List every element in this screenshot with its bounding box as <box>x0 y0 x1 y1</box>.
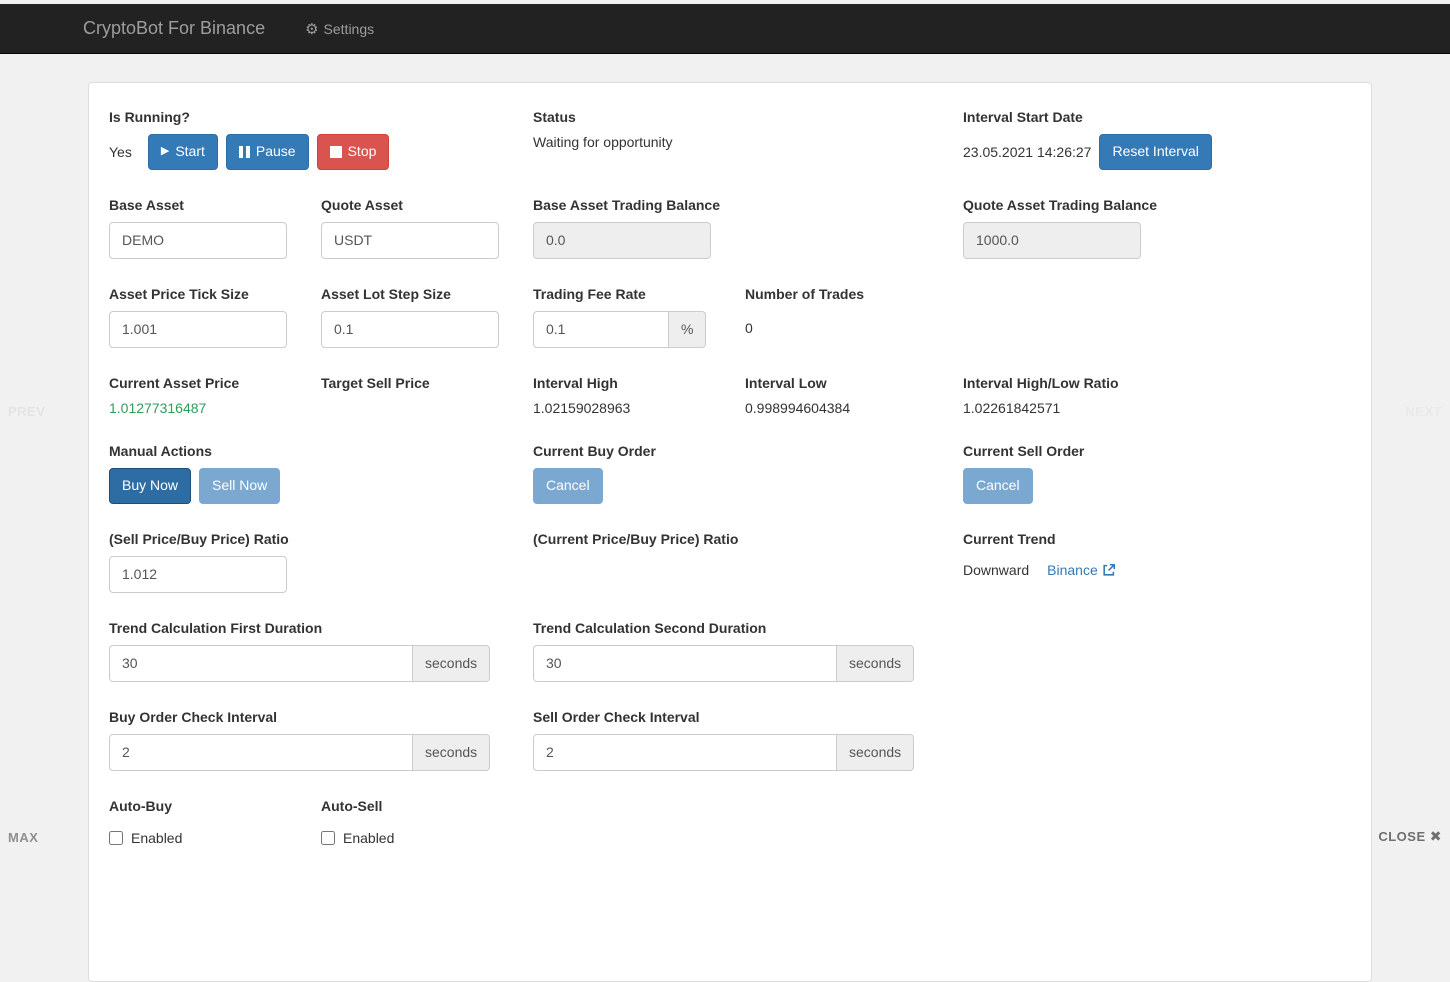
viewer-max-button[interactable]: MAX <box>8 830 38 845</box>
auto-sell-checkbox[interactable] <box>321 831 335 845</box>
auto-buy-checkbox-label: Enabled <box>131 830 182 846</box>
binance-link-label: Binance <box>1047 562 1098 578</box>
reset-interval-button[interactable]: Reset Interval <box>1099 134 1211 170</box>
interval-start-date-value: 23.05.2021 14:26:27 <box>963 144 1091 160</box>
cur-buy-ratio-label: (Current Price/Buy Price) Ratio <box>533 531 963 547</box>
navbar: CryptoBot For Binance ⚙ Settings <box>0 4 1450 54</box>
buy-check-interval-label: Buy Order Check Interval <box>109 709 533 725</box>
nav-settings-label: Settings <box>324 21 375 37</box>
base-balance-input <box>533 222 711 259</box>
num-trades-label: Number of Trades <box>745 286 963 302</box>
cancel-buy-order-label: Cancel <box>546 476 590 496</box>
base-balance-label: Base Asset Trading Balance <box>533 197 963 213</box>
manual-actions-label: Manual Actions <box>109 443 533 459</box>
start-button-label: Start <box>175 142 205 162</box>
sell-buy-ratio-input[interactable] <box>109 556 287 593</box>
current-trend-value: Downward <box>963 562 1029 578</box>
current-sell-order-label: Current Sell Order <box>963 443 1351 459</box>
stop-button[interactable]: Stop <box>317 134 390 170</box>
quote-asset-input[interactable] <box>321 222 499 259</box>
start-button[interactable]: ▶ Start <box>148 134 218 170</box>
status-value: Waiting for opportunity <box>533 134 963 150</box>
buy-check-interval-input[interactable] <box>109 734 413 771</box>
quote-asset-label: Quote Asset <box>321 197 533 213</box>
lot-step-input[interactable] <box>321 311 499 348</box>
sell-check-interval-unit: seconds <box>837 734 914 771</box>
interval-high-value: 1.02159028963 <box>533 400 745 416</box>
status-label: Status <box>533 109 963 125</box>
interval-low-label: Interval Low <box>745 375 963 391</box>
viewer-close-button[interactable]: CLOSE ✖ <box>1378 828 1442 845</box>
is-running-value: Yes <box>109 144 132 160</box>
auto-sell-label: Auto-Sell <box>321 798 533 814</box>
close-icon: ✖ <box>1430 828 1442 844</box>
sell-buy-ratio-label: (Sell Price/Buy Price) Ratio <box>109 531 533 547</box>
current-price-value: 1.01277316487 <box>109 400 321 416</box>
gear-icon: ⚙ <box>305 20 318 38</box>
nav-settings[interactable]: ⚙ Settings <box>305 20 374 38</box>
fee-rate-unit: % <box>669 311 706 348</box>
interval-start-date-label: Interval Start Date <box>963 109 1351 125</box>
stop-button-label: Stop <box>348 142 377 162</box>
cancel-sell-order-button[interactable]: Cancel <box>963 468 1033 504</box>
tick-size-label: Asset Price Tick Size <box>109 286 321 302</box>
current-price-label: Current Asset Price <box>109 375 321 391</box>
trend-first-duration-unit: seconds <box>413 645 490 682</box>
buy-check-interval-unit: seconds <box>413 734 490 771</box>
tick-size-input[interactable] <box>109 311 287 348</box>
hl-ratio-label: Interval High/Low Ratio <box>963 375 1351 391</box>
trend-second-duration-unit: seconds <box>837 645 914 682</box>
sell-now-button[interactable]: Sell Now <box>199 468 280 504</box>
auto-buy-label: Auto-Buy <box>109 798 321 814</box>
play-icon: ▶ <box>161 146 169 157</box>
trend-second-duration-label: Trend Calculation Second Duration <box>533 620 963 636</box>
cancel-buy-order-button[interactable]: Cancel <box>533 468 603 504</box>
sell-now-label: Sell Now <box>212 476 267 496</box>
viewer-prev-button[interactable]: PREV <box>8 404 45 419</box>
bot-panel: Is Running? Yes ▶ Start Pause Stop Statu… <box>88 82 1372 982</box>
binance-link[interactable]: Binance <box>1047 562 1116 578</box>
trend-second-duration-input[interactable] <box>533 645 837 682</box>
num-trades-value: 0 <box>745 320 963 336</box>
base-asset-label: Base Asset <box>109 197 321 213</box>
target-sell-label: Target Sell Price <box>321 375 533 391</box>
is-running-label: Is Running? <box>109 109 533 125</box>
current-buy-order-label: Current Buy Order <box>533 443 963 459</box>
fee-rate-label: Trading Fee Rate <box>533 286 745 302</box>
current-trend-label: Current Trend <box>963 531 1351 547</box>
pause-button[interactable]: Pause <box>226 134 309 170</box>
sell-check-interval-label: Sell Order Check Interval <box>533 709 963 725</box>
quote-balance-label: Quote Asset Trading Balance <box>963 197 1351 213</box>
hl-ratio-value: 1.02261842571 <box>963 400 1351 416</box>
fee-rate-input[interactable] <box>533 311 669 348</box>
cancel-sell-order-label: Cancel <box>976 476 1020 496</box>
lot-step-label: Asset Lot Step Size <box>321 286 533 302</box>
buy-now-label: Buy Now <box>122 476 178 496</box>
base-asset-input[interactable] <box>109 222 287 259</box>
stop-icon <box>330 146 342 158</box>
auto-sell-checkbox-label: Enabled <box>343 830 394 846</box>
pause-icon <box>239 146 250 158</box>
viewer-close-label: CLOSE <box>1378 829 1425 844</box>
viewer-next-button[interactable]: NEXT <box>1405 404 1442 419</box>
external-link-icon <box>1102 563 1116 577</box>
trend-first-duration-input[interactable] <box>109 645 413 682</box>
sell-check-interval-input[interactable] <box>533 734 837 771</box>
buy-now-button[interactable]: Buy Now <box>109 468 191 504</box>
pause-button-label: Pause <box>256 142 296 162</box>
interval-high-label: Interval High <box>533 375 745 391</box>
quote-balance-input <box>963 222 1141 259</box>
trend-first-duration-label: Trend Calculation First Duration <box>109 620 533 636</box>
interval-low-value: 0.998994604384 <box>745 400 963 416</box>
reset-interval-label: Reset Interval <box>1112 142 1198 162</box>
app-title[interactable]: CryptoBot For Binance <box>83 18 265 39</box>
auto-buy-checkbox[interactable] <box>109 831 123 845</box>
